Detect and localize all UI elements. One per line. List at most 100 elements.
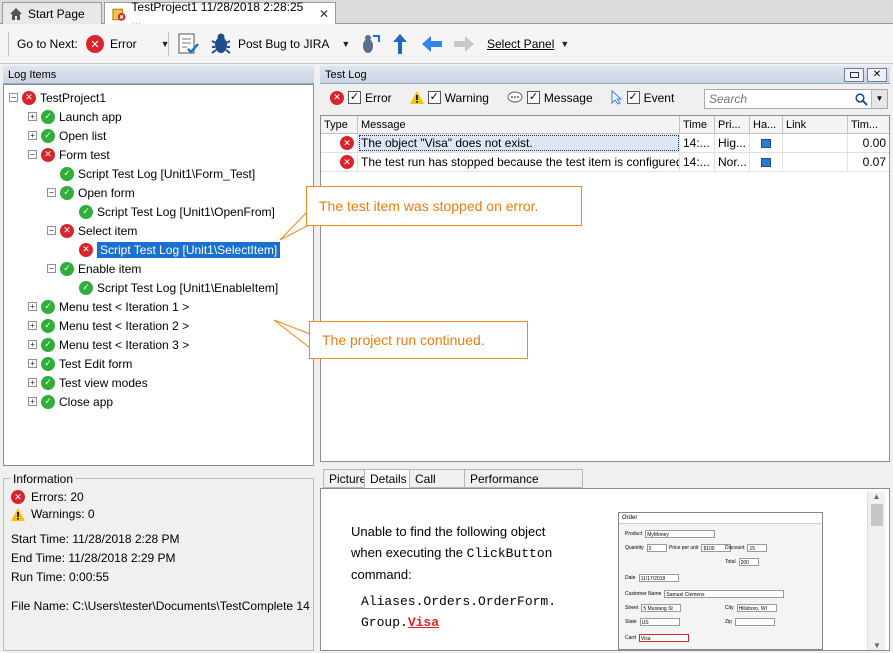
expand-icon[interactable]: + <box>28 340 37 349</box>
parent-button[interactable] <box>390 24 410 64</box>
error-icon: ✕ <box>22 90 36 105</box>
success-icon: ✓ <box>41 375 55 390</box>
thumbnail-field-value: Hillsboro, WI <box>736 604 777 612</box>
tab-picture[interactable]: Picture <box>323 469 366 488</box>
event-filter[interactable]: ✓ Event <box>611 90 674 105</box>
tree-item[interactable]: + ✓ Menu test < Iteration 1 > <box>28 297 189 316</box>
time-spent-cell: 0.00 <box>862 136 886 150</box>
details-code-prefix: Group. <box>361 615 408 630</box>
error-icon: ✕ <box>41 147 55 162</box>
tree-item[interactable]: + ✓ Menu test < Iteration 3 > <box>28 335 189 354</box>
error-dropdown[interactable]: ✕ Error ▼ <box>86 24 170 64</box>
collapse-icon[interactable]: − <box>9 93 18 102</box>
expand-icon[interactable]: + <box>28 378 37 387</box>
tree-item[interactable]: + ✓ Test Edit form <box>28 354 132 373</box>
error-filter[interactable]: ✕ ✓ Error <box>330 90 392 105</box>
forward-button[interactable] <box>452 24 476 64</box>
thumbnail-field: Quantity 2 <box>625 544 667 552</box>
chevron-down-icon: ▼ <box>560 39 570 49</box>
tree-item[interactable]: + ✓ Close app <box>28 392 113 411</box>
column-type[interactable]: Type <box>321 116 358 133</box>
column-message[interactable]: Message <box>358 116 680 133</box>
picture-icon[interactable] <box>761 157 771 167</box>
close-panel-button[interactable]: ✕ <box>867 68 887 82</box>
event-checkbox[interactable]: ✓ <box>626 91 640 104</box>
warning-checkbox[interactable]: ✓ <box>427 91 441 104</box>
collapse-icon[interactable]: − <box>28 150 37 159</box>
select-panel-button[interactable]: Select Panel ▼ <box>487 24 569 64</box>
tree-item[interactable]: + ✓ Test view modes <box>28 373 148 392</box>
search-input[interactable] <box>705 90 851 108</box>
collapse-icon[interactable]: − <box>47 226 56 235</box>
details-text: Unable to find the following object when… <box>351 521 556 633</box>
restore-button[interactable] <box>844 68 864 82</box>
expand-icon[interactable]: + <box>28 302 37 311</box>
picture-icon[interactable] <box>761 138 771 148</box>
log-items-title: Log Items <box>3 66 314 84</box>
search-icon[interactable] <box>855 93 868 106</box>
tree-item[interactable]: − ✓ Open form <box>47 183 135 202</box>
search-box[interactable]: ▼ <box>704 89 888 109</box>
expand-icon[interactable]: + <box>28 112 37 121</box>
tree-item[interactable]: ✓ Script Test Log [Unit1\Form_Test] <box>47 164 255 183</box>
scroll-thumb[interactable] <box>870 504 883 526</box>
expand-icon[interactable]: + <box>28 359 37 368</box>
tree-item[interactable]: + ✓ Open list <box>28 126 106 145</box>
details-line-1: Unable to find the following object <box>351 524 546 539</box>
warnings-text: Warnings: 0 <box>31 507 95 521</box>
bug-icon <box>211 33 231 54</box>
tab-performance-counters[interactable]: Performance Counters <box>464 469 583 504</box>
link-cell <box>783 153 848 171</box>
column-time-spent[interactable]: Tim... <box>848 116 889 133</box>
expand-icon[interactable]: + <box>28 131 37 140</box>
thumbnail-field: Street 5 Mustang St <box>625 604 682 612</box>
tree-item[interactable]: ✓ Script Test Log [Unit1\EnableItem] <box>66 278 278 297</box>
column-link[interactable]: Link <box>783 116 848 133</box>
arrow-left-icon <box>422 36 442 52</box>
tree-item[interactable]: − ✕ Form test <box>28 145 110 164</box>
table-row[interactable]: ✕ The object "Visa" does not exist. 14:...… <box>321 134 889 153</box>
message-checkbox[interactable]: ✓ <box>526 91 540 104</box>
column-priority[interactable]: Pri... <box>715 116 750 133</box>
warning-filter[interactable]: ✓ Warning <box>409 91 489 105</box>
thumbnail-field-value: 5 Mustang St <box>641 604 682 612</box>
tree-item-label: Test view modes <box>59 375 148 390</box>
details-scrollbar[interactable]: ▲ ▼ <box>867 492 885 650</box>
expand-icon[interactable]: + <box>28 321 37 330</box>
back-button[interactable] <box>420 24 444 64</box>
details-panel: PictureDetailsCall StackPerformance Coun… <box>320 469 890 651</box>
tree-item[interactable]: ✕ Script Test Log [Unit1\SelectItem] <box>66 240 282 259</box>
collapse-icon[interactable]: − <box>47 188 56 197</box>
message-filter[interactable]: ✓ Message <box>507 91 593 105</box>
screenshot-thumbnail[interactable]: Order Product MyMoney Quantity 2 Price per u… <box>618 512 823 650</box>
error-checkbox[interactable]: ✓ <box>348 91 361 104</box>
tree-item[interactable]: − ✓ Enable item <box>47 259 141 278</box>
chevron-down-icon[interactable]: ▼ <box>341 39 350 49</box>
success-icon: ✓ <box>41 356 55 371</box>
tree-item[interactable]: + ✓ Menu test < Iteration 2 > <box>28 316 189 335</box>
checklist-button[interactable] <box>176 24 200 64</box>
collapse-icon[interactable]: − <box>47 264 56 273</box>
column-has-picture[interactable]: Ha... <box>750 116 783 133</box>
table-row[interactable]: ✕ The test run has stopped because the te… <box>321 153 889 172</box>
tree-item[interactable]: + ✓ Launch app <box>28 107 122 126</box>
chevron-down-icon[interactable]: ▼ <box>871 90 887 108</box>
tab-start-page[interactable]: Start Page <box>2 2 102 24</box>
scroll-down-icon[interactable]: ▼ <box>868 641 886 650</box>
expand-icon[interactable]: + <box>28 397 37 406</box>
post-bug-button[interactable]: Post Bug to JIRA ▼ <box>210 24 350 64</box>
bug-tracker-button[interactable] <box>357 24 381 64</box>
tree-item[interactable]: − ✕ Select item <box>47 221 137 240</box>
scroll-up-icon[interactable]: ▲ <box>868 492 885 501</box>
tree-item[interactable]: ✓ Script Test Log [Unit1\OpenFrom] <box>66 202 275 221</box>
tree-item[interactable]: − ✕ TestProject1 <box>9 88 106 107</box>
thumbnail-field: Date 11/17/2018 <box>625 574 679 582</box>
tab-test-project[interactable]: TestProject1 11/28/2018 2:28:25 ... ✕ <box>104 0 336 28</box>
column-time[interactable]: Time <box>680 116 715 133</box>
tab-details[interactable]: Details <box>364 469 410 488</box>
close-icon[interactable]: ✕ <box>319 7 329 21</box>
go-to-next-text: Go to Next: <box>17 37 78 51</box>
success-icon: ✓ <box>79 280 93 295</box>
tab-call-stack[interactable]: Call Stack <box>409 469 465 504</box>
end-time: End Time: 11/28/2018 2:29 PM <box>11 551 176 565</box>
